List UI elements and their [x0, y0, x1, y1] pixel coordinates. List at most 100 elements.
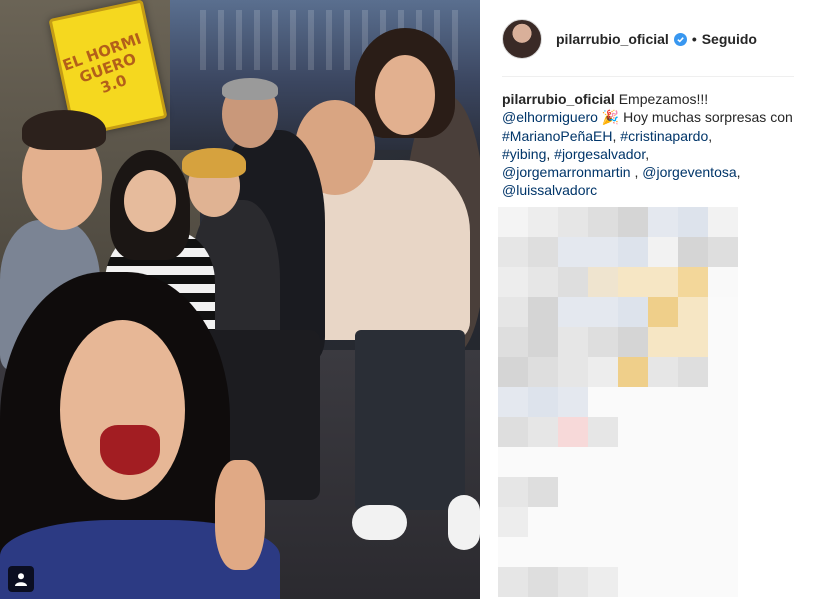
follow-status-button[interactable]: Seguido	[702, 31, 757, 47]
blur-tile	[618, 537, 648, 567]
blur-tile	[618, 417, 648, 447]
blur-tile	[498, 267, 528, 297]
blur-tile	[498, 537, 528, 567]
blur-tile	[528, 477, 558, 507]
blur-tile	[558, 447, 588, 477]
hashtag-yibing[interactable]: #yibing	[502, 146, 546, 162]
post-photo[interactable]: EL HORMI GUERO 3.0	[0, 0, 480, 599]
blur-tile	[558, 267, 588, 297]
blur-tile	[588, 357, 618, 387]
blur-tile	[708, 447, 738, 477]
profile-avatar[interactable]	[502, 19, 542, 59]
person-6-shoe-right	[448, 495, 480, 550]
blur-tile	[708, 417, 738, 447]
person-6-shoe-left	[352, 505, 407, 540]
blur-tile	[588, 327, 618, 357]
blur-tile	[708, 357, 738, 387]
blur-tile	[678, 477, 708, 507]
person-5-hair	[222, 78, 278, 100]
post-header: pilarrubio_oficial • Seguido	[502, 16, 794, 77]
caption-username-link[interactable]: pilarrubio_oficial	[502, 91, 615, 107]
person-4-hair	[182, 148, 246, 178]
comma: ,	[612, 127, 617, 144]
blur-tile	[618, 297, 648, 327]
blur-tile	[678, 237, 708, 267]
blur-tile	[648, 417, 678, 447]
blur-tile	[588, 267, 618, 297]
blur-tile	[498, 417, 528, 447]
blur-tile	[588, 297, 618, 327]
blur-tile	[708, 267, 738, 297]
blur-tile	[588, 447, 618, 477]
caption-text: Hoy muchas sorpresas con	[623, 109, 793, 126]
blur-tile	[648, 387, 678, 417]
blur-tile	[618, 267, 648, 297]
header-separator: •	[691, 31, 697, 47]
person-3-face	[124, 170, 176, 232]
blur-tile	[648, 537, 678, 567]
blur-tile	[618, 507, 648, 537]
comma: ,	[634, 164, 639, 181]
blur-tile	[708, 327, 738, 357]
blur-tile	[648, 237, 678, 267]
mention-jorgeventosa[interactable]: @jorgeventosa	[642, 164, 736, 180]
blur-tile	[588, 537, 618, 567]
blur-tile	[708, 237, 738, 267]
blur-tile	[648, 267, 678, 297]
blur-tile	[618, 447, 648, 477]
blur-tile	[708, 387, 738, 417]
blur-tile	[588, 387, 618, 417]
blur-tile	[558, 327, 588, 357]
user-tag-icon[interactable]	[8, 566, 34, 592]
blur-tile	[558, 507, 588, 537]
blur-tile	[678, 537, 708, 567]
pixelated-comments-area	[498, 207, 798, 599]
blur-tile	[588, 477, 618, 507]
post-details-panel: pilarrubio_oficial • Seguido pilarrubio_…	[480, 0, 815, 599]
blur-tile	[498, 507, 528, 537]
blur-tile	[708, 207, 738, 237]
mention-luissalvadorc[interactable]: @luissalvadorc	[502, 182, 597, 198]
comma: ,	[708, 127, 713, 144]
blur-tile	[678, 567, 708, 597]
verified-badge-icon	[673, 32, 687, 46]
blur-tile	[498, 447, 528, 477]
blur-tile	[618, 207, 648, 237]
blur-tile	[588, 207, 618, 237]
comma: ,	[645, 145, 650, 162]
blur-tile	[648, 357, 678, 387]
person-2-hair	[22, 110, 106, 150]
mention-jorgemarronmartin[interactable]: @jorgemarronmartin	[502, 164, 631, 180]
person-6-jeans	[355, 330, 465, 510]
blur-tile	[708, 567, 738, 597]
blur-tile	[618, 237, 648, 267]
blur-tile	[648, 327, 678, 357]
comma: ,	[736, 164, 741, 181]
mention-elhormiguero[interactable]: @elhormiguero	[502, 109, 598, 125]
hashtag-jorgesalvador[interactable]: #jorgesalvador	[554, 146, 645, 162]
blur-tile	[528, 297, 558, 327]
blur-tile	[588, 237, 618, 267]
blur-tile	[498, 567, 528, 597]
blur-tile	[528, 447, 558, 477]
blur-tile	[588, 417, 618, 447]
hashtag-cristinapardo[interactable]: #cristinapardo	[620, 128, 708, 144]
blur-tile	[528, 567, 558, 597]
blur-tile	[498, 357, 528, 387]
person-1-mouth	[100, 425, 160, 475]
blur-tile	[618, 327, 648, 357]
comma: ,	[546, 145, 551, 162]
blur-tile	[648, 477, 678, 507]
blur-tile	[648, 567, 678, 597]
blur-tile	[588, 507, 618, 537]
blur-tile	[678, 417, 708, 447]
blur-tile	[648, 207, 678, 237]
blur-tile	[498, 387, 528, 417]
blur-tile	[618, 387, 648, 417]
blur-tile	[498, 327, 528, 357]
header-username-link[interactable]: pilarrubio_oficial	[556, 31, 669, 47]
caption-intro: Empezamos!!!	[618, 91, 709, 107]
blur-tile	[558, 477, 588, 507]
blur-tile	[618, 357, 648, 387]
hashtag-marianopenaeh[interactable]: #MarianoPeñaEH	[502, 128, 613, 144]
